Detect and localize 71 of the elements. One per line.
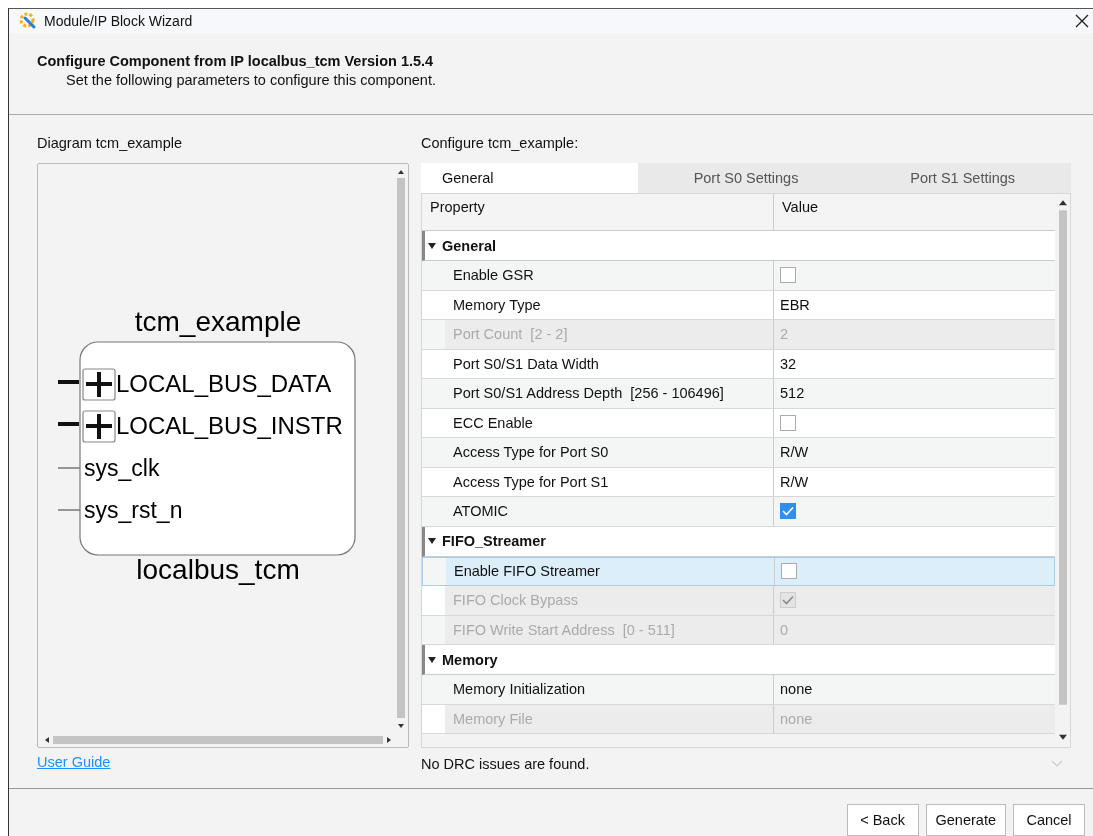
- property-cell: Enable FIFO Streamer: [446, 557, 775, 585]
- property-cell: Port Count [2 - 2]: [445, 320, 774, 349]
- property-cell: Memory File: [445, 704, 774, 733]
- tab[interactable]: Port S0 Settings: [637, 163, 855, 193]
- collapse-icon[interactable]: [428, 656, 436, 663]
- page-title: Configure Component from IP localbus_tcm Version 1.5.4: [37, 53, 435, 69]
- dialog-button[interactable]: Generate: [925, 804, 1006, 836]
- column-header[interactable]: Value: [774, 194, 818, 230]
- checkbox[interactable]: [780, 267, 796, 284]
- property-cell: Access Type for Port S0: [445, 438, 774, 467]
- dialog-button[interactable]: Cancel: [1013, 804, 1085, 836]
- dialog-button[interactable]: < Back: [846, 804, 919, 836]
- wire-line: [57, 509, 81, 511]
- collapse-icon[interactable]: [428, 538, 436, 544]
- property-cell: Access Type for Port S1: [445, 467, 774, 496]
- table-row[interactable]: ATOMIC: [422, 497, 1055, 527]
- page-subtitle: Set the following parameters to configure this component.: [66, 72, 437, 88]
- port-label: LOCAL_BUS_DATA: [116, 370, 332, 397]
- column-header[interactable]: Property: [422, 194, 774, 230]
- table-row[interactable]: Port S0/S1 Data Width 32: [422, 349, 1055, 379]
- property-cell: Memory Initialization: [445, 675, 774, 704]
- instance-name: tcm_example: [134, 306, 302, 337]
- table-row[interactable]: Port S0/S1 Address Depth [256 - 106496] 512: [422, 379, 1055, 409]
- bus-line: [58, 422, 79, 426]
- property-cell: Memory Type: [445, 290, 774, 319]
- group-row[interactable]: Memory: [422, 645, 1055, 675]
- table-row[interactable]: Enable GSR: [422, 261, 1055, 291]
- group-name: FIFO_Streamer: [442, 533, 546, 549]
- wrench-gear-icon: [19, 12, 37, 30]
- port-label: LOCAL_BUS_INSTR: [116, 412, 343, 439]
- close-icon[interactable]: [1075, 14, 1089, 28]
- bus-line: [58, 380, 79, 384]
- table-row[interactable]: ECC Enable: [422, 408, 1055, 438]
- group-row[interactable]: FIFO_Streamer: [422, 526, 1055, 557]
- property-cell: ECC Enable: [445, 408, 774, 437]
- value-cell[interactable]: EBR: [780, 296, 810, 313]
- value-cell[interactable]: R/W: [780, 444, 809, 461]
- table-row[interactable]: Access Type for Port S0 R/W: [422, 438, 1055, 468]
- table-row[interactable]: Memory Initialization none: [422, 675, 1055, 705]
- diagram-label: Diagram tcm_example: [37, 135, 184, 153]
- tab[interactable]: General: [421, 163, 638, 193]
- property-cell: Enable GSR: [445, 261, 774, 290]
- port-label: sys_clk: [84, 455, 160, 481]
- expand-icon[interactable]: [82, 368, 116, 401]
- table-row[interactable]: Access Type for Port S1 R/W: [422, 467, 1055, 497]
- group-name: General: [442, 237, 496, 254]
- group-name: Memory: [442, 651, 498, 668]
- table-row[interactable]: Enable FIFO Streamer: [422, 556, 1055, 586]
- checkbox[interactable]: [780, 503, 796, 520]
- wire-line: [57, 467, 81, 469]
- value-cell[interactable]: 512: [780, 385, 805, 402]
- module-name: localbus_tcm: [136, 554, 300, 585]
- expand-icon[interactable]: [82, 410, 116, 443]
- property-cell: FIFO Clock Bypass: [445, 586, 774, 615]
- property-cell: FIFO Write Start Address [0 - 511]: [445, 615, 774, 644]
- collapse-icon[interactable]: [428, 242, 436, 249]
- value-cell[interactable]: R/W: [780, 473, 809, 490]
- table-row[interactable]: Memory Type EBR: [422, 290, 1055, 320]
- status-message: No DRC issues are found.: [421, 756, 590, 772]
- value-cell[interactable]: none: [780, 681, 813, 698]
- port-label: sys_rst_n: [84, 497, 183, 523]
- property-cell: ATOMIC: [445, 497, 774, 526]
- checkbox[interactable]: [781, 563, 797, 580]
- window-title: Module/IP Block Wizard: [44, 13, 194, 29]
- configure-label: Configure tcm_example:: [421, 135, 580, 153]
- property-cell: Port S0/S1 Address Depth [256 - 106496]: [445, 379, 774, 408]
- property-cell: Port S0/S1 Data Width: [445, 349, 774, 378]
- value-cell[interactable]: 32: [780, 355, 797, 372]
- group-row[interactable]: General: [422, 231, 1055, 261]
- checkbox[interactable]: [780, 414, 796, 431]
- tab[interactable]: Port S1 Settings: [854, 163, 1071, 193]
